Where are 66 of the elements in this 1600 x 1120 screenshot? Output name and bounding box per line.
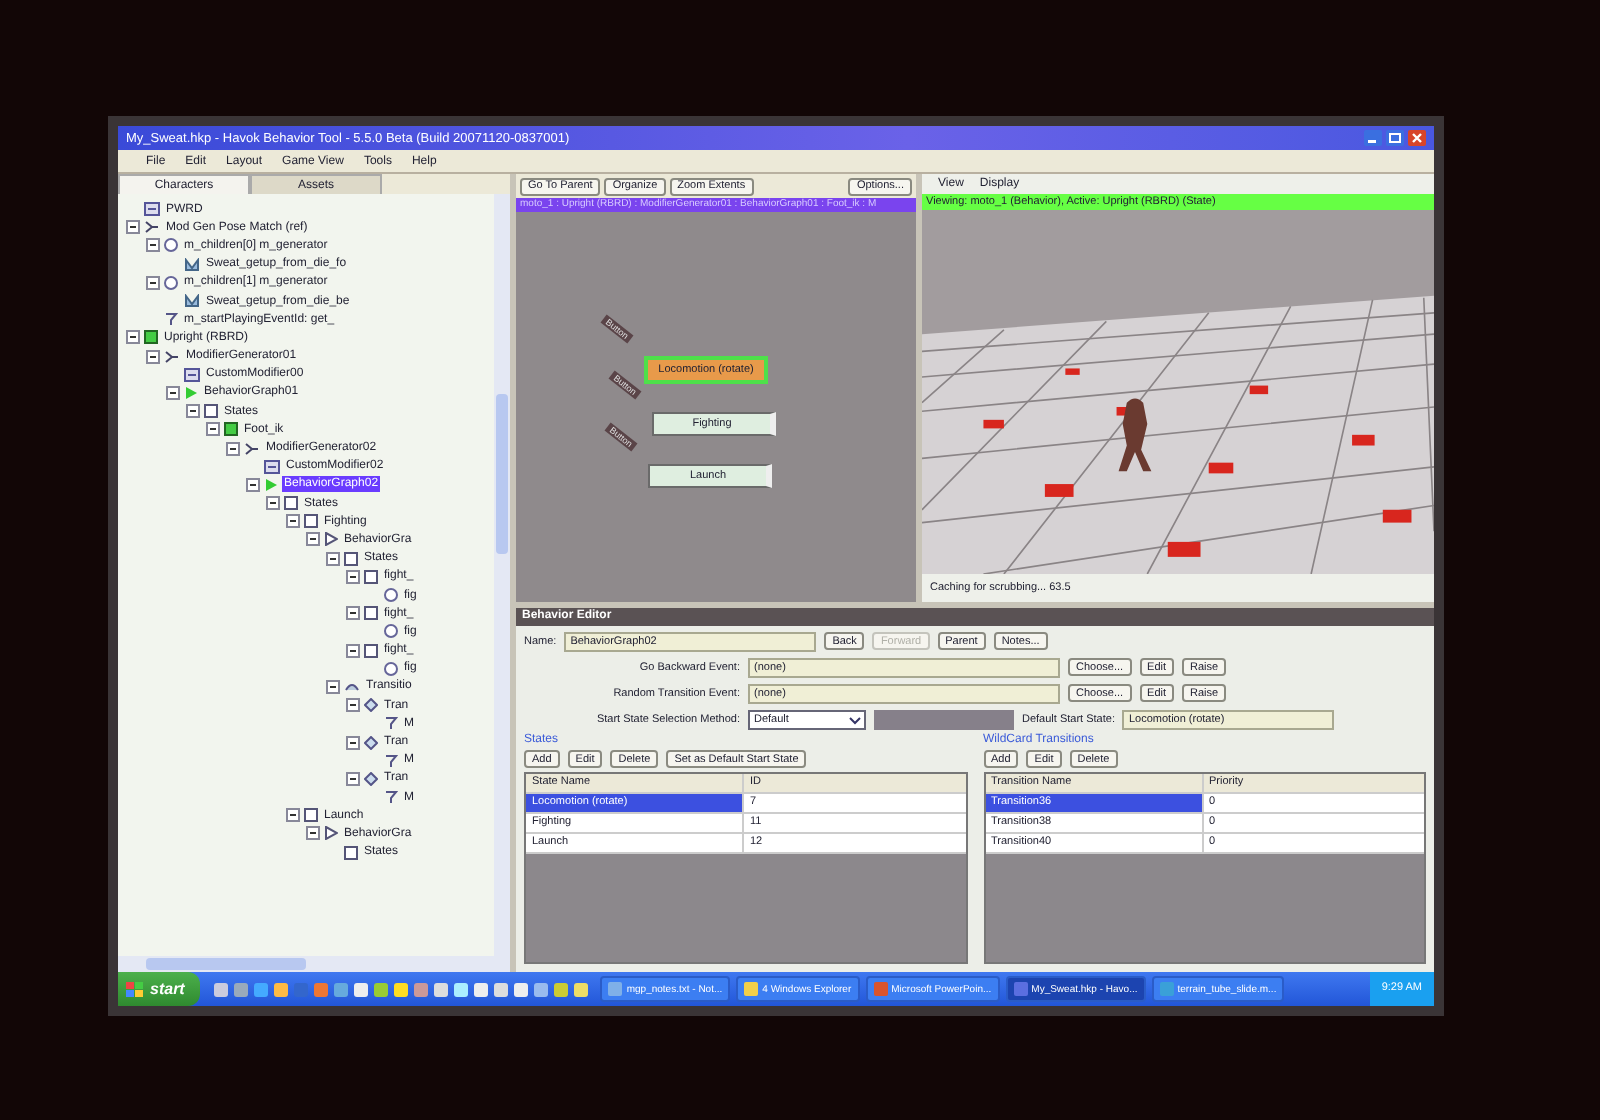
windows-flag-icon: [126, 981, 144, 997]
scrollbar[interactable]: [494, 194, 510, 956]
state-icon: [304, 808, 318, 823]
triangle-icon: [264, 477, 278, 492]
animation-icon: [184, 294, 200, 309]
app-icon: [1159, 982, 1174, 996]
collapse-icon[interactable]: [286, 514, 300, 529]
module-icon: [184, 367, 200, 382]
diamond-icon: [364, 698, 378, 713]
scrollbar[interactable]: [118, 956, 510, 972]
generator-icon: [144, 220, 160, 235]
close-icon[interactable]: [1408, 130, 1426, 146]
collapse-icon[interactable]: [146, 349, 160, 364]
state-icon: [364, 643, 378, 658]
collapse-icon[interactable]: [266, 496, 280, 511]
triangle-icon: [324, 532, 338, 547]
collapse-icon[interactable]: [346, 698, 360, 713]
animation-icon: [184, 257, 200, 272]
collapse-icon[interactable]: [326, 551, 340, 566]
app-icon: [608, 982, 623, 996]
collapse-icon[interactable]: [306, 826, 320, 841]
event-icon: [384, 790, 398, 805]
collapse-icon[interactable]: [146, 275, 160, 290]
transitions-icon: [344, 679, 360, 694]
collapse-icon[interactable]: [226, 441, 240, 456]
circle-icon: [164, 238, 178, 253]
state-icon: [364, 606, 378, 621]
triangle-icon: [324, 826, 338, 841]
collapse-icon[interactable]: [346, 606, 360, 621]
event-icon: [384, 716, 398, 731]
collapse-icon[interactable]: [146, 238, 160, 253]
minimize-icon[interactable]: [1364, 130, 1382, 146]
empty-panel: [874, 709, 1014, 729]
generator-icon: [164, 349, 180, 364]
state-icon: [344, 845, 358, 860]
collapse-icon[interactable]: [346, 569, 360, 584]
event-icon: [384, 753, 398, 768]
collapse-icon[interactable]: [306, 532, 320, 547]
circle-icon: [164, 275, 178, 290]
collapse-icon[interactable]: [246, 477, 260, 492]
collapse-icon[interactable]: [346, 735, 360, 750]
caret-icon: [848, 713, 862, 725]
collapse-icon[interactable]: [206, 422, 220, 437]
collapse-icon[interactable]: [346, 771, 360, 786]
generator-icon: [244, 441, 260, 456]
collapse-icon[interactable]: [126, 330, 140, 345]
app-icon: [744, 982, 759, 996]
collapse-icon[interactable]: [346, 643, 360, 658]
circle-icon: [384, 588, 398, 603]
app-icon: [873, 982, 888, 996]
module-icon: [264, 459, 280, 474]
diamond-icon: [364, 771, 378, 786]
collapse-icon[interactable]: [166, 385, 180, 400]
collapse-icon[interactable]: [326, 679, 340, 694]
collapse-icon[interactable]: [286, 808, 300, 823]
state-icon: [144, 330, 158, 345]
app-icon: [1013, 982, 1028, 996]
maximize-icon[interactable]: [1386, 130, 1404, 146]
module-icon: [144, 202, 160, 217]
event-icon: [164, 312, 178, 327]
circle-icon: [384, 624, 398, 639]
collapse-icon[interactable]: [126, 220, 140, 235]
collapse-icon[interactable]: [186, 404, 200, 419]
triangle-icon: [184, 385, 198, 400]
diamond-icon: [364, 735, 378, 750]
circle-icon: [384, 661, 398, 676]
